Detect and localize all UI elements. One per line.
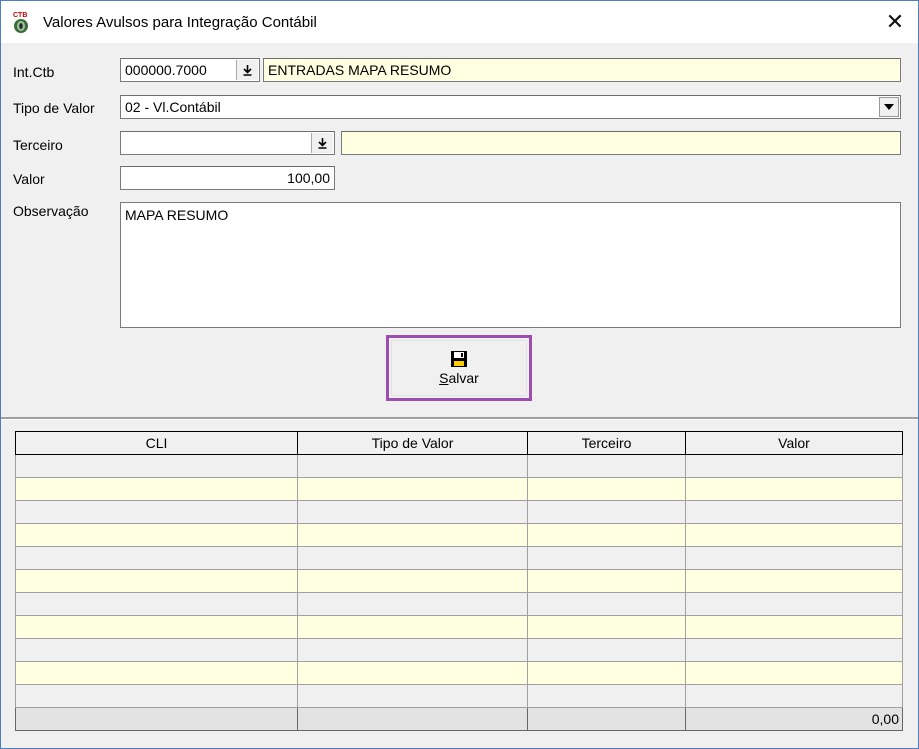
- values-grid[interactable]: CLI Tipo de Valor Terceiro Valor 0,00: [15, 431, 903, 731]
- title-bar: CTB Valores Avulsos para Integração Cont…: [1, 1, 918, 43]
- close-icon: ✕: [885, 9, 905, 34]
- grid-header-row: CLI Tipo de Valor Terceiro Valor: [15, 431, 903, 455]
- arrow-down-icon: [243, 65, 252, 76]
- int-ctb-lookup-button[interactable]: [236, 60, 258, 80]
- grid-panel: CLI Tipo de Valor Terceiro Valor 0,00: [1, 420, 918, 748]
- total-cli: [15, 707, 298, 731]
- valor-input[interactable]: 100,00: [120, 166, 335, 190]
- save-button[interactable]: Salvar: [391, 340, 527, 396]
- observacao-label: Observação: [13, 203, 89, 219]
- observacao-textarea[interactable]: MAPA RESUMO: [120, 202, 901, 328]
- save-button-highlight: Salvar: [386, 335, 532, 401]
- column-header-valor[interactable]: Valor: [685, 431, 903, 455]
- window-title: Valores Avulsos para Integração Contábil: [43, 14, 317, 31]
- column-header-cli[interactable]: CLI: [15, 431, 298, 455]
- close-button[interactable]: ✕: [872, 1, 918, 43]
- column-header-terceiro[interactable]: Terceiro: [527, 431, 686, 455]
- int-ctb-label: Int.Ctb: [13, 64, 55, 80]
- arrow-down-icon: [318, 138, 327, 149]
- app-logo-icon: CTB: [13, 12, 28, 33]
- terceiro-input[interactable]: [120, 131, 335, 155]
- tipo-valor-value: 02 - Vl.Contábil: [125, 99, 221, 115]
- table-row[interactable]: [15, 615, 903, 639]
- tipo-valor-dropdown-button[interactable]: [879, 97, 899, 117]
- terceiro-description: [341, 131, 901, 155]
- table-row[interactable]: [15, 569, 903, 593]
- table-row[interactable]: [15, 661, 903, 685]
- column-header-tipo-valor[interactable]: Tipo de Valor: [297, 431, 528, 455]
- terceiro-label: Terceiro: [13, 137, 63, 153]
- valor-label: Valor: [13, 171, 45, 187]
- total-tipo-valor: [297, 707, 528, 731]
- table-row[interactable]: [15, 454, 903, 478]
- tipo-valor-label: Tipo de Valor: [13, 100, 95, 116]
- table-row[interactable]: [15, 546, 903, 570]
- table-row[interactable]: [15, 638, 903, 662]
- terceiro-lookup-button[interactable]: [311, 133, 333, 153]
- table-row[interactable]: [15, 684, 903, 708]
- total-valor: 0,00: [685, 707, 903, 731]
- table-row[interactable]: [15, 523, 903, 547]
- dialog-window: CTB Valores Avulsos para Integração Cont…: [0, 0, 919, 749]
- table-row[interactable]: [15, 477, 903, 501]
- svg-text:CTB: CTB: [13, 12, 27, 19]
- chevron-down-icon: [884, 104, 894, 110]
- form-panel: Int.Ctb 000000.7000 ENTRADAS MAPA RESUMO…: [1, 43, 918, 417]
- int-ctb-input[interactable]: 000000.7000: [120, 58, 260, 82]
- int-ctb-description: ENTRADAS MAPA RESUMO: [263, 58, 901, 82]
- table-row[interactable]: [15, 592, 903, 616]
- int-ctb-value: 000000.7000: [125, 62, 207, 78]
- floppy-disk-icon: [451, 351, 467, 367]
- grid-totals-row: 0,00: [15, 707, 903, 731]
- save-button-label: Salvar: [439, 370, 479, 386]
- table-row[interactable]: [15, 500, 903, 524]
- tipo-valor-select[interactable]: 02 - Vl.Contábil: [120, 95, 901, 119]
- total-terceiro: [527, 707, 686, 731]
